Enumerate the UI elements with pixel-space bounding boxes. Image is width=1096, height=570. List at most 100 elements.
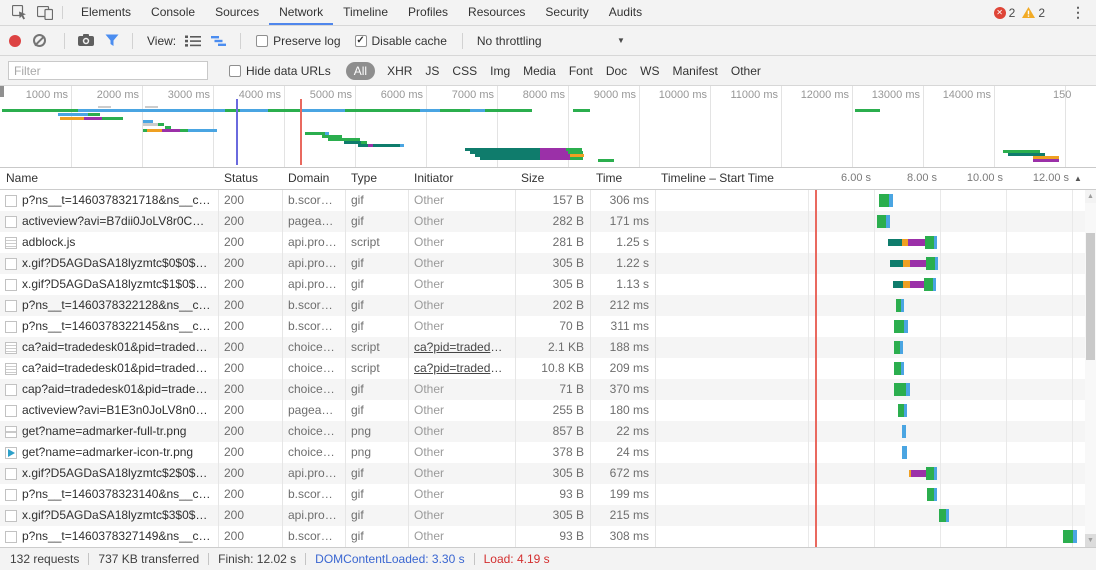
request-name: x.gif?D5AGDaSA18lyzmtc$2$0$1$Y2x… [22,463,212,484]
screenshot-camera-icon[interactable] [78,34,95,47]
waterfall-segment [911,470,926,477]
overview-bar [400,144,404,147]
column-header-domain[interactable]: Domain [282,168,345,189]
table-row[interactable]: p?ns__t=1460378322145&ns__c=UTF…200b.sco… [0,316,1085,337]
tab-network[interactable]: Network [269,0,333,25]
devtools-tab-bar: ElementsConsoleSourcesNetworkTimelinePro… [0,0,1096,26]
tab-profiles[interactable]: Profiles [398,0,458,25]
waterfall-view-icon[interactable] [211,35,227,47]
column-header-time[interactable]: Time [590,168,655,189]
filter-funnel-icon[interactable] [105,34,119,47]
column-header-type[interactable]: Type [345,168,408,189]
waterfall-segment [934,236,937,249]
disable-cache-checkbox[interactable] [355,35,367,47]
preserve-log-group[interactable]: Preserve log [256,34,340,48]
type-cell: png [345,442,408,463]
size-cell: 255 B [515,400,590,421]
waterfall-bar [902,421,906,442]
table-row[interactable]: x.gif?D5AGDaSA18lyzmtc$0$0$1$ZnJ…200api.… [0,253,1085,274]
tab-resources[interactable]: Resources [458,0,535,25]
column-header-status[interactable]: Status [218,168,282,189]
column-header-name[interactable]: Name [0,168,218,189]
hide-data-urls-checkbox[interactable] [229,65,241,77]
filter-type-css[interactable]: CSS [446,62,483,80]
filter-type-manifest[interactable]: Manifest [667,62,724,80]
status-domcontentloaded: DOMContentLoaded: 3.30 s [315,552,464,566]
column-header-size[interactable]: Size [515,168,590,189]
tab-elements[interactable]: Elements [71,0,141,25]
type-cell: gif [345,211,408,232]
throttling-select[interactable]: No throttling ▼ [477,34,625,48]
request-name: x.gif?D5AGDaSA18lyzmtc$3$0$1$YW… [22,505,212,526]
file-icon [5,258,17,270]
preserve-log-checkbox[interactable] [256,35,268,47]
disable-cache-group[interactable]: Disable cache [355,34,447,48]
filter-type-all[interactable]: All [346,62,375,80]
overview-bar [855,109,880,112]
console-error-badge[interactable]: ✕ 2 [994,6,1016,20]
tab-sources[interactable]: Sources [205,0,269,25]
hide-data-urls-group[interactable]: Hide data URLs [229,64,331,78]
filter-type-doc[interactable]: Doc [600,62,633,80]
request-name: p?ns__t=1460378327149&ns__c=UTF… [22,526,212,547]
table-row[interactable]: p?ns__t=1460378322128&ns__c=UTF…200b.sco… [0,295,1085,316]
record-button[interactable] [9,35,21,47]
network-overview-graph[interactable]: 1000 ms2000 ms3000 ms4000 ms5000 ms6000 … [0,86,1096,168]
overview-bar [145,106,158,108]
waterfall-segment [925,236,934,249]
filter-type-img[interactable]: Img [484,62,516,80]
separator [88,553,89,565]
table-row[interactable]: x.gif?D5AGDaSA18lyzmtc$1$0$1$aGl…200api.… [0,274,1085,295]
filter-type-js[interactable]: JS [419,62,445,80]
table-row[interactable]: ca?aid=tradedesk01&pid=tradedesk0…200cho… [0,337,1085,358]
table-row[interactable]: x.gif?D5AGDaSA18lyzmtc$2$0$1$Y2x…200api.… [0,463,1085,484]
table-row[interactable]: p?ns__t=1460378327149&ns__c=UTF…200b.sco… [0,526,1085,547]
table-row[interactable]: get?name=admarker-full-tr.png200choices-… [0,421,1085,442]
status-cell: 200 [218,442,282,463]
domain-cell: choices.tr… [282,337,345,358]
table-row[interactable]: p?ns__t=1460378321718&ns__c=UTF…200b.sco… [0,190,1085,211]
filter-type-media[interactable]: Media [517,62,562,80]
table-row[interactable]: x.gif?D5AGDaSA18lyzmtc$3$0$1$YW…200api.p… [0,505,1085,526]
request-name-cell: get?name=admarker-icon-tr.png [0,442,218,463]
table-row[interactable]: activeview?avi=B1E3n0JoLV8n0CNi28…200pag… [0,400,1085,421]
vertical-scrollbar[interactable]: ▲ ▼ [1085,190,1096,547]
initiator-cell[interactable]: ca?pid=tradedesk0… [408,358,515,379]
filter-type-other[interactable]: Other [725,62,767,80]
tab-security[interactable]: Security [535,0,598,25]
table-row[interactable]: adblock.js200api.proofp…scriptOther281 B… [0,232,1085,253]
file-icon [5,468,17,480]
file-icon [5,384,17,396]
initiator-cell[interactable]: ca?pid=tradedesk0… [408,337,515,358]
table-row[interactable]: get?name=admarker-icon-tr.png200choices-… [0,442,1085,463]
domain-cell: b.scorecar… [282,295,345,316]
sort-ascending-icon[interactable]: ▲ [1074,168,1082,189]
table-row[interactable]: cap?aid=tradedesk01&pid=tradedesk…200cho… [0,379,1085,400]
list-view-icon[interactable] [185,35,201,47]
tab-timeline[interactable]: Timeline [333,0,398,25]
filter-type-ws[interactable]: WS [634,62,665,80]
filter-type-xhr[interactable]: XHR [381,62,418,80]
overview-tick-label: 10000 ms [633,89,707,101]
file-icon [5,531,17,543]
more-options-icon[interactable]: ⋮ [1068,4,1088,21]
filter-type-font[interactable]: Font [563,62,599,80]
tab-console[interactable]: Console [141,0,205,25]
scrollbar-thumb[interactable] [1086,233,1095,360]
scroll-up-icon[interactable]: ▲ [1085,190,1096,203]
table-row[interactable]: p?ns__t=1460378323140&ns__c=UTF…200b.sco… [0,484,1085,505]
table-row[interactable]: activeview?avi=B7dii0JoLV8r0CNi28g…200pa… [0,211,1085,232]
scroll-down-icon[interactable]: ▼ [1085,534,1096,547]
device-toolbar-icon[interactable] [32,0,58,25]
waterfall-segment [904,404,907,417]
overview-drag-handle[interactable] [0,86,4,97]
column-header-initiator[interactable]: Initiator [408,168,515,189]
overview-bar [58,113,88,116]
tab-audits[interactable]: Audits [599,0,652,25]
inspect-element-icon[interactable] [6,0,32,25]
status-cell: 200 [218,211,282,232]
filter-input[interactable] [8,61,208,80]
clear-button[interactable] [33,34,46,47]
console-warning-badge[interactable]: 2 [1022,6,1045,20]
table-row[interactable]: ca?aid=tradedesk01&pid=tradedesk0…200cho… [0,358,1085,379]
